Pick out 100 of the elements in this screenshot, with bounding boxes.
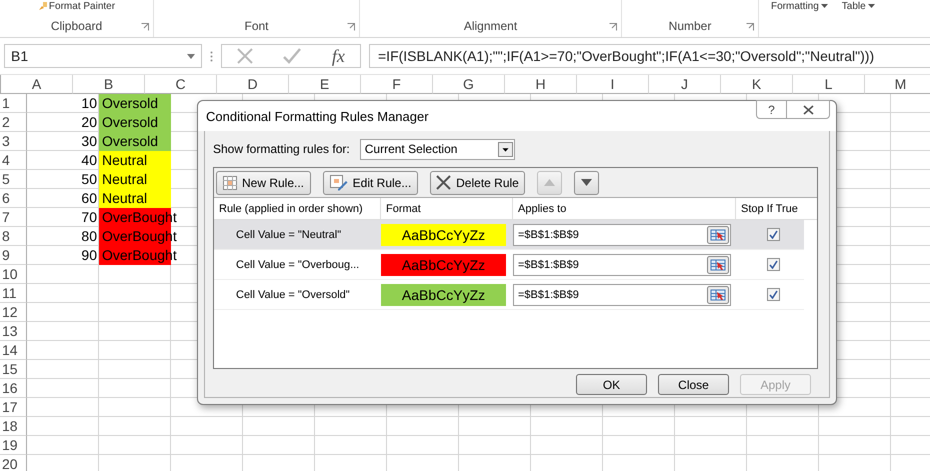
- formula-field[interactable]: =IF(ISBLANK(A1);"";IF(A1>=70;"OverBought";IF(A1<=30;"Oversold";"Neutral"))): [369, 44, 930, 68]
- column-header[interactable]: H: [505, 75, 577, 94]
- format-preview: AaBbCcYyZz: [381, 254, 506, 276]
- cell-text: Neutral: [102, 171, 148, 187]
- table-icon: [222, 176, 237, 190]
- column-header[interactable]: E: [289, 75, 361, 94]
- rule-button[interactable]: New Rule...: [216, 170, 311, 194]
- dialog-launcher-icon[interactable]: [141, 23, 149, 31]
- move-button[interactable]: [574, 170, 599, 194]
- table-cell-text: 40: [80, 151, 98, 170]
- show-rules-label: Show formatting rules for:: [213, 142, 350, 156]
- dialog-button[interactable]: OK: [576, 374, 647, 395]
- down-triangle-icon: [581, 179, 592, 186]
- rule-button[interactable]: Edit Rule...: [323, 170, 418, 194]
- caret-icon: [187, 54, 195, 58]
- rule-text: Cell Value = "Neutral": [235, 228, 342, 240]
- show-rules-dropdown[interactable]: Current Selection: [360, 138, 515, 160]
- stop-if-true-checkbox[interactable]: [767, 258, 780, 271]
- row-header[interactable]: 13: [0, 322, 27, 341]
- up-triangle-icon: [544, 179, 555, 186]
- styles-dropdown-button[interactable]: Formatting: [771, 0, 828, 12]
- format-painter-button[interactable]: Format Painter: [38, 0, 116, 12]
- column-header: Stop If True: [740, 202, 799, 216]
- row-header[interactable]: 15: [0, 360, 27, 379]
- table-cell-text: 70: [80, 208, 98, 227]
- dialog-launcher-icon[interactable]: [746, 23, 754, 31]
- brush-icon: [38, 2, 47, 10]
- table-cell-text: 90: [80, 246, 98, 265]
- check-icon[interactable]: [283, 48, 302, 64]
- column-header[interactable]: B: [73, 75, 145, 94]
- row-header[interactable]: 5: [0, 170, 27, 189]
- close-icon: [436, 175, 452, 190]
- column-header[interactable]: C: [145, 75, 217, 94]
- cell-text: Oversold: [102, 114, 158, 130]
- table-cell-text: 10: [80, 94, 98, 113]
- row-header[interactable]: 6: [0, 189, 27, 208]
- column-header[interactable]: F: [361, 75, 433, 94]
- cell-text: Oversold: [102, 133, 158, 149]
- table-cell-text: 50: [80, 170, 98, 189]
- range-picker-icon[interactable]: [707, 226, 729, 244]
- table-cell-text: 30: [80, 132, 98, 151]
- row-header[interactable]: 17: [0, 398, 27, 417]
- row-header[interactable]: 11: [0, 284, 27, 303]
- row-header[interactable]: 10: [0, 265, 27, 284]
- row-header[interactable]: 20: [0, 455, 27, 471]
- rule-text: Cell Value = "Overboug...: [235, 258, 360, 270]
- caret-icon: [868, 4, 875, 8]
- table-cell-text: 60: [80, 189, 98, 208]
- column-header[interactable]: D: [217, 75, 289, 94]
- dialog-launcher-icon[interactable]: [347, 23, 355, 31]
- column-header[interactable]: K: [721, 75, 793, 94]
- column-header[interactable]: J: [649, 75, 721, 94]
- applies-to-field[interactable]: =$B$1:$B$9: [513, 224, 731, 246]
- column-header[interactable]: A: [1, 75, 73, 94]
- applies-to-field[interactable]: =$B$1:$B$9: [513, 254, 731, 276]
- column-header: Format: [381, 198, 513, 219]
- stop-if-true-checkbox[interactable]: [767, 288, 780, 301]
- row-header[interactable]: 8: [0, 227, 27, 246]
- row-header[interactable]: 18: [0, 417, 27, 436]
- row-header[interactable]: 3: [0, 132, 27, 151]
- table-cell-text: 80: [80, 227, 98, 246]
- row-header[interactable]: 14: [0, 341, 27, 360]
- rule-button[interactable]: Delete Rule: [430, 170, 525, 194]
- dialog-title: Conditional Formatting Rules Manager: [206, 108, 429, 124]
- format-preview: AaBbCcYyZz: [381, 284, 506, 306]
- rule-text: Cell Value = "Oversold": [235, 288, 351, 300]
- cell-text: Oversold: [102, 95, 158, 111]
- row-header[interactable]: 7: [0, 208, 27, 227]
- dialog-button[interactable]: Close: [658, 374, 729, 395]
- column-header[interactable]: G: [433, 75, 505, 94]
- styles-dropdown-button[interactable]: Table: [842, 0, 875, 12]
- dialog-launcher-icon[interactable]: [609, 23, 617, 31]
- row-header[interactable]: 4: [0, 151, 27, 170]
- help-button[interactable]: ?: [756, 100, 786, 119]
- column-header[interactable]: L: [793, 75, 865, 94]
- close-button[interactable]: [786, 100, 830, 119]
- column-header[interactable]: I: [577, 75, 649, 94]
- group-label: Number: [668, 19, 712, 33]
- close-icon: [802, 104, 814, 114]
- stop-if-true-checkbox[interactable]: [767, 228, 780, 241]
- rule-row[interactable]: Cell Value = "Neutral" AaBbCcYyZz =$B$1:$B$9: [214, 220, 804, 250]
- row-header[interactable]: 16: [0, 379, 27, 398]
- row-header[interactable]: 1: [0, 94, 27, 113]
- row-header[interactable]: 2: [0, 113, 27, 132]
- row-header[interactable]: 12: [0, 303, 27, 322]
- applies-to-field[interactable]: =$B$1:$B$9: [513, 284, 731, 306]
- group-label: Clipboard: [50, 19, 102, 33]
- row-header[interactable]: 9: [0, 246, 27, 265]
- insert-function-button[interactable]: fx: [332, 46, 345, 66]
- name-box[interactable]: B1: [4, 44, 202, 68]
- range-picker-icon[interactable]: [707, 286, 729, 304]
- column-header: Rule (applied in order shown): [214, 198, 381, 219]
- column-header[interactable]: M: [865, 75, 930, 94]
- caret-icon: [820, 4, 828, 8]
- cell-text: Neutral: [102, 152, 148, 168]
- grip-icon: [210, 50, 213, 62]
- group-label: Font: [244, 19, 268, 33]
- group-label: Alignment: [464, 19, 518, 33]
- range-picker-icon[interactable]: [707, 256, 729, 274]
- row-header[interactable]: 19: [0, 436, 27, 455]
